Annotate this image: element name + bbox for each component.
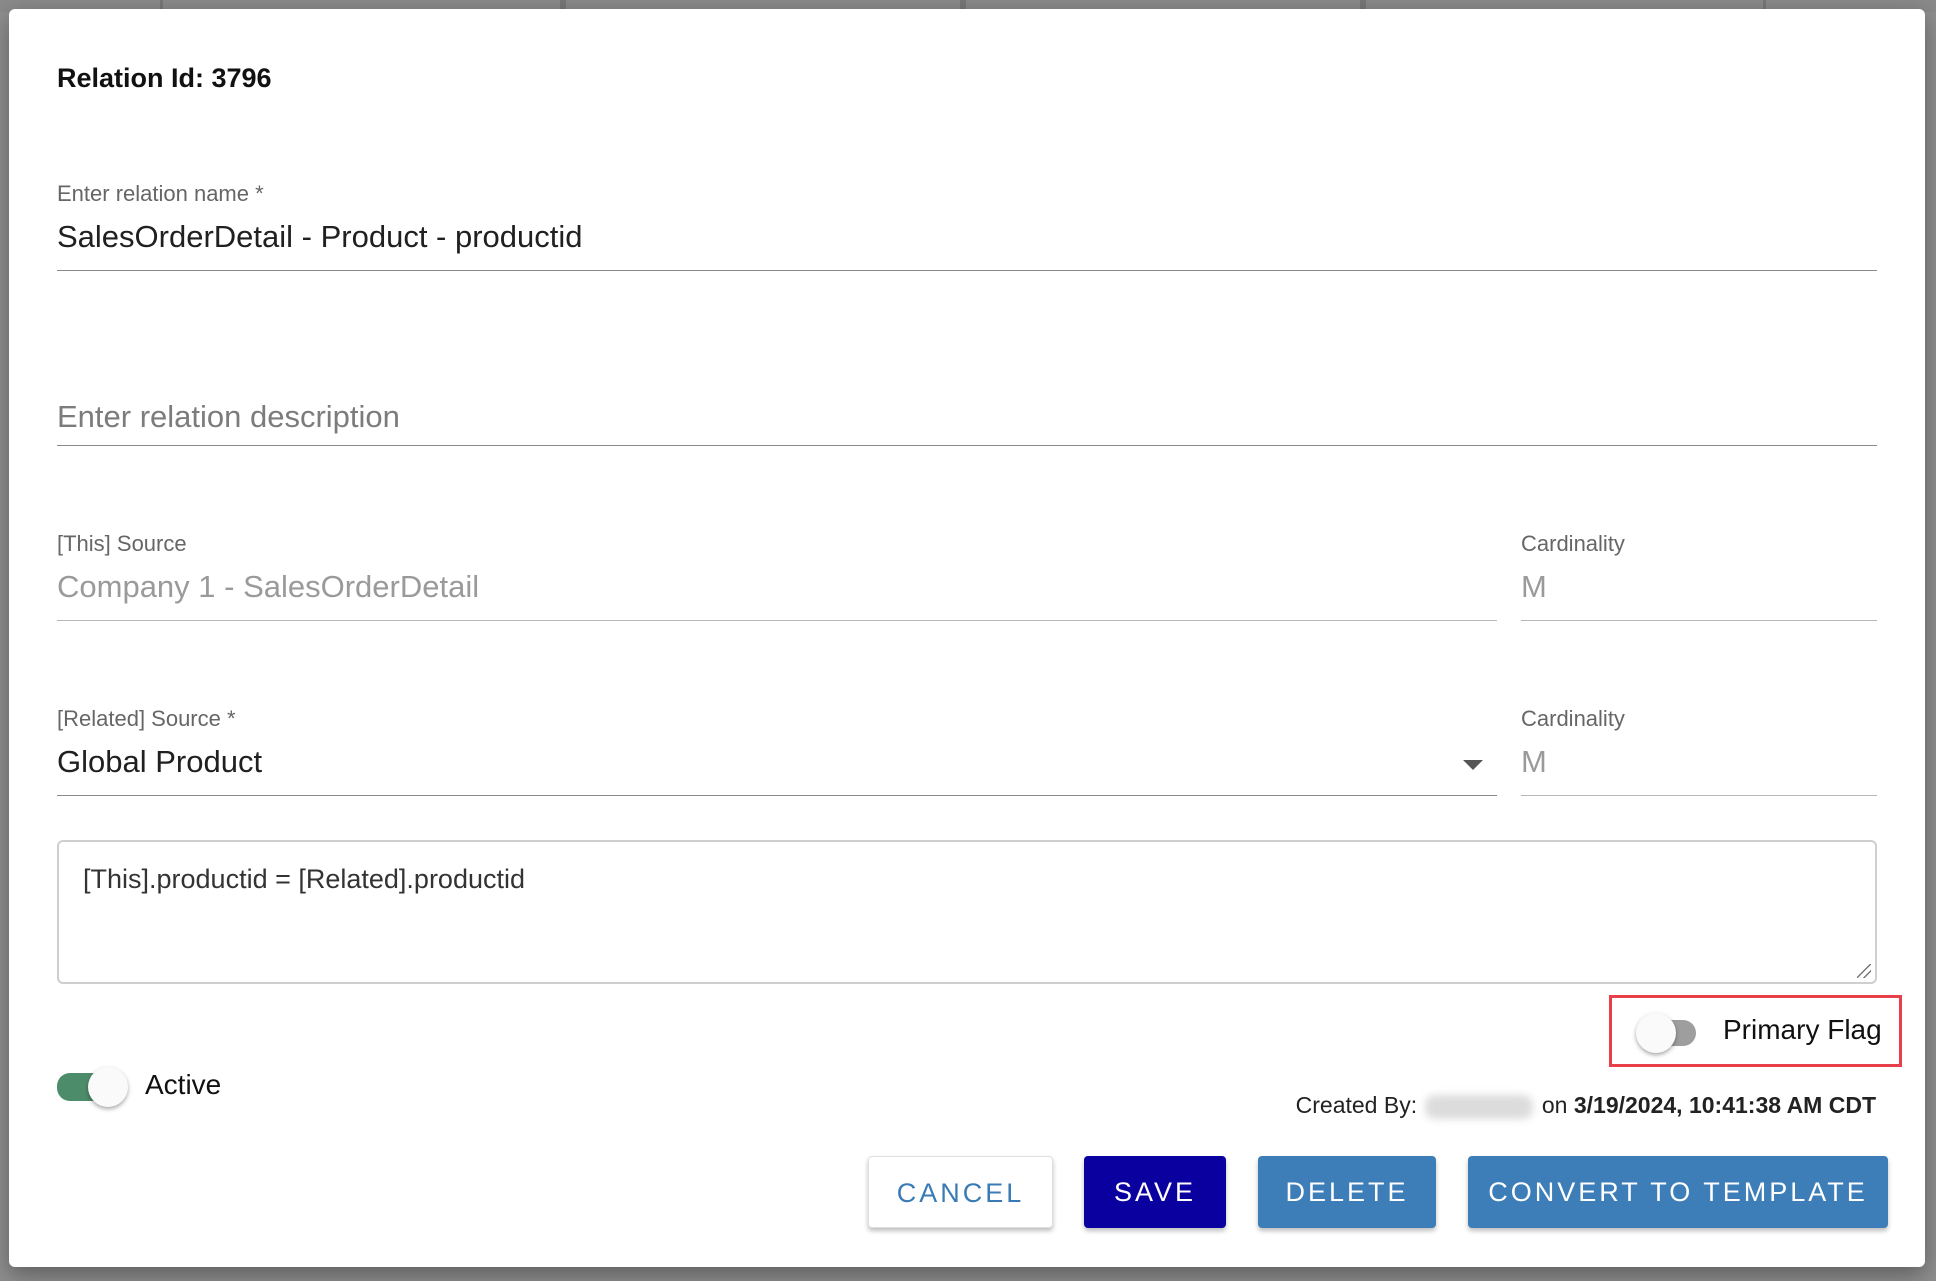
active-toggle-thumb[interactable] bbox=[88, 1067, 128, 1107]
related-cardinality-underline bbox=[1521, 795, 1877, 796]
relation-dialog: Relation Id: 3796 Enter relation name * … bbox=[9, 9, 1925, 1267]
this-source-underline bbox=[57, 620, 1497, 621]
created-by-prefix: Created By: bbox=[1295, 1092, 1418, 1118]
primary-flag-label: Primary Flag bbox=[1723, 1014, 1882, 1045]
this-source-value: Company 1 - SalesOrderDetail bbox=[57, 569, 480, 604]
relation-name-label: Enter relation name * bbox=[57, 181, 264, 206]
relation-name-value[interactable]: SalesOrderDetail - Product - productid bbox=[57, 219, 583, 255]
related-cardinality-label: Cardinality bbox=[1521, 706, 1625, 731]
blurred-user-name bbox=[1425, 1094, 1534, 1119]
relation-name-field[interactable]: Enter relation name * SalesOrderDetail -… bbox=[57, 179, 1877, 271]
active-label: Active bbox=[145, 1069, 222, 1100]
relation-id-heading: Relation Id: 3796 bbox=[57, 63, 272, 93]
primary-flag-toggle-thumb[interactable] bbox=[1636, 1013, 1676, 1053]
related-source-select[interactable]: [Related] Source * Global Product bbox=[57, 704, 1497, 796]
created-by-on: on bbox=[1541, 1092, 1568, 1118]
this-cardinality-underline bbox=[1521, 620, 1877, 621]
related-cardinality-field: Cardinality M bbox=[1521, 704, 1877, 796]
this-cardinality-label: Cardinality bbox=[1521, 531, 1625, 556]
related-source-underline bbox=[57, 795, 1497, 796]
related-cardinality-value: M bbox=[1521, 744, 1547, 779]
relation-description-placeholder[interactable]: Enter relation description bbox=[57, 399, 400, 435]
relation-description-field[interactable]: Enter relation description bbox=[57, 389, 1877, 447]
created-by-info: Created By: on 3/19/2024, 10:41:38 AM CD… bbox=[1296, 1092, 1876, 1119]
this-cardinality-field: Cardinality M bbox=[1521, 529, 1877, 621]
delete-button[interactable]: DELETE bbox=[1258, 1156, 1436, 1228]
save-button[interactable]: SAVE bbox=[1084, 1156, 1226, 1228]
relation-expression-textarea[interactable]: [This].productid = [Related].productid bbox=[57, 840, 1877, 984]
convert-to-template-button[interactable]: CONVERT TO TEMPLATE bbox=[1468, 1156, 1888, 1228]
cancel-button[interactable]: CANCEL bbox=[868, 1156, 1053, 1228]
this-source-field: [This] Source Company 1 - SalesOrderDeta… bbox=[57, 529, 1497, 621]
related-source-label: [Related] Source * bbox=[57, 706, 236, 731]
created-timestamp: 3/19/2024, 10:41:38 AM CDT bbox=[1573, 1092, 1876, 1118]
this-source-label: [This] Source bbox=[57, 531, 187, 556]
resize-handle-icon[interactable] bbox=[1857, 964, 1871, 978]
relation-description-underline bbox=[57, 445, 1877, 446]
chevron-down-icon[interactable] bbox=[1463, 760, 1483, 770]
primary-flag-highlight: Primary Flag bbox=[1609, 995, 1902, 1067]
this-cardinality-value: M bbox=[1521, 569, 1547, 604]
relation-name-underline bbox=[57, 270, 1877, 271]
related-source-value[interactable]: Global Product bbox=[57, 744, 262, 780]
relation-expression-text[interactable]: [This].productid = [Related].productid bbox=[83, 864, 525, 895]
